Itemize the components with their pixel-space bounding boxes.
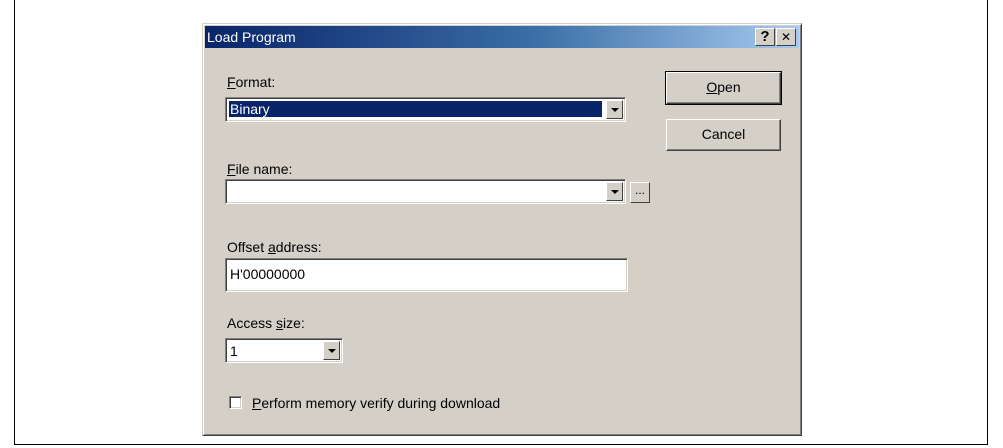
access-size-value: 1 — [230, 343, 238, 359]
access-size-select[interactable]: 1 — [225, 338, 343, 363]
file-name-dropdown-button[interactable] — [606, 182, 623, 201]
file-name-label: File name: — [227, 161, 293, 177]
cancel-button[interactable]: Cancel — [666, 119, 781, 151]
access-size-label: Access size: — [227, 315, 305, 331]
offset-address-label: Offset address: — [227, 239, 322, 255]
file-name-combo[interactable] — [225, 179, 626, 204]
format-select-value: Binary — [229, 101, 602, 117]
format-dropdown-button[interactable] — [606, 100, 623, 119]
open-button[interactable]: Open — [665, 71, 782, 105]
dialog-title: Load Program — [207, 29, 296, 45]
browse-button[interactable]: ... — [630, 182, 650, 203]
offset-address-input[interactable]: H'00000000 — [225, 258, 628, 292]
offset-address-value: H'00000000 — [230, 266, 306, 282]
help-button[interactable]: ? — [755, 28, 775, 46]
access-size-dropdown-button[interactable] — [323, 341, 340, 360]
chevron-down-icon — [611, 108, 619, 112]
chevron-down-icon — [611, 190, 619, 194]
close-icon: ✕ — [780, 30, 792, 44]
chevron-down-icon — [328, 349, 336, 353]
format-select[interactable]: Binary — [225, 97, 626, 122]
title-bar[interactable]: Load Program ? ✕ — [205, 26, 799, 48]
load-program-dialog: Load Program ? ✕ Format: Binary File nam… — [202, 23, 802, 436]
verify-checkbox[interactable] — [229, 396, 242, 409]
verify-label[interactable]: Perform memory verify during download — [252, 395, 500, 411]
close-button[interactable]: ✕ — [776, 28, 796, 46]
format-label: Format: — [227, 74, 276, 90]
